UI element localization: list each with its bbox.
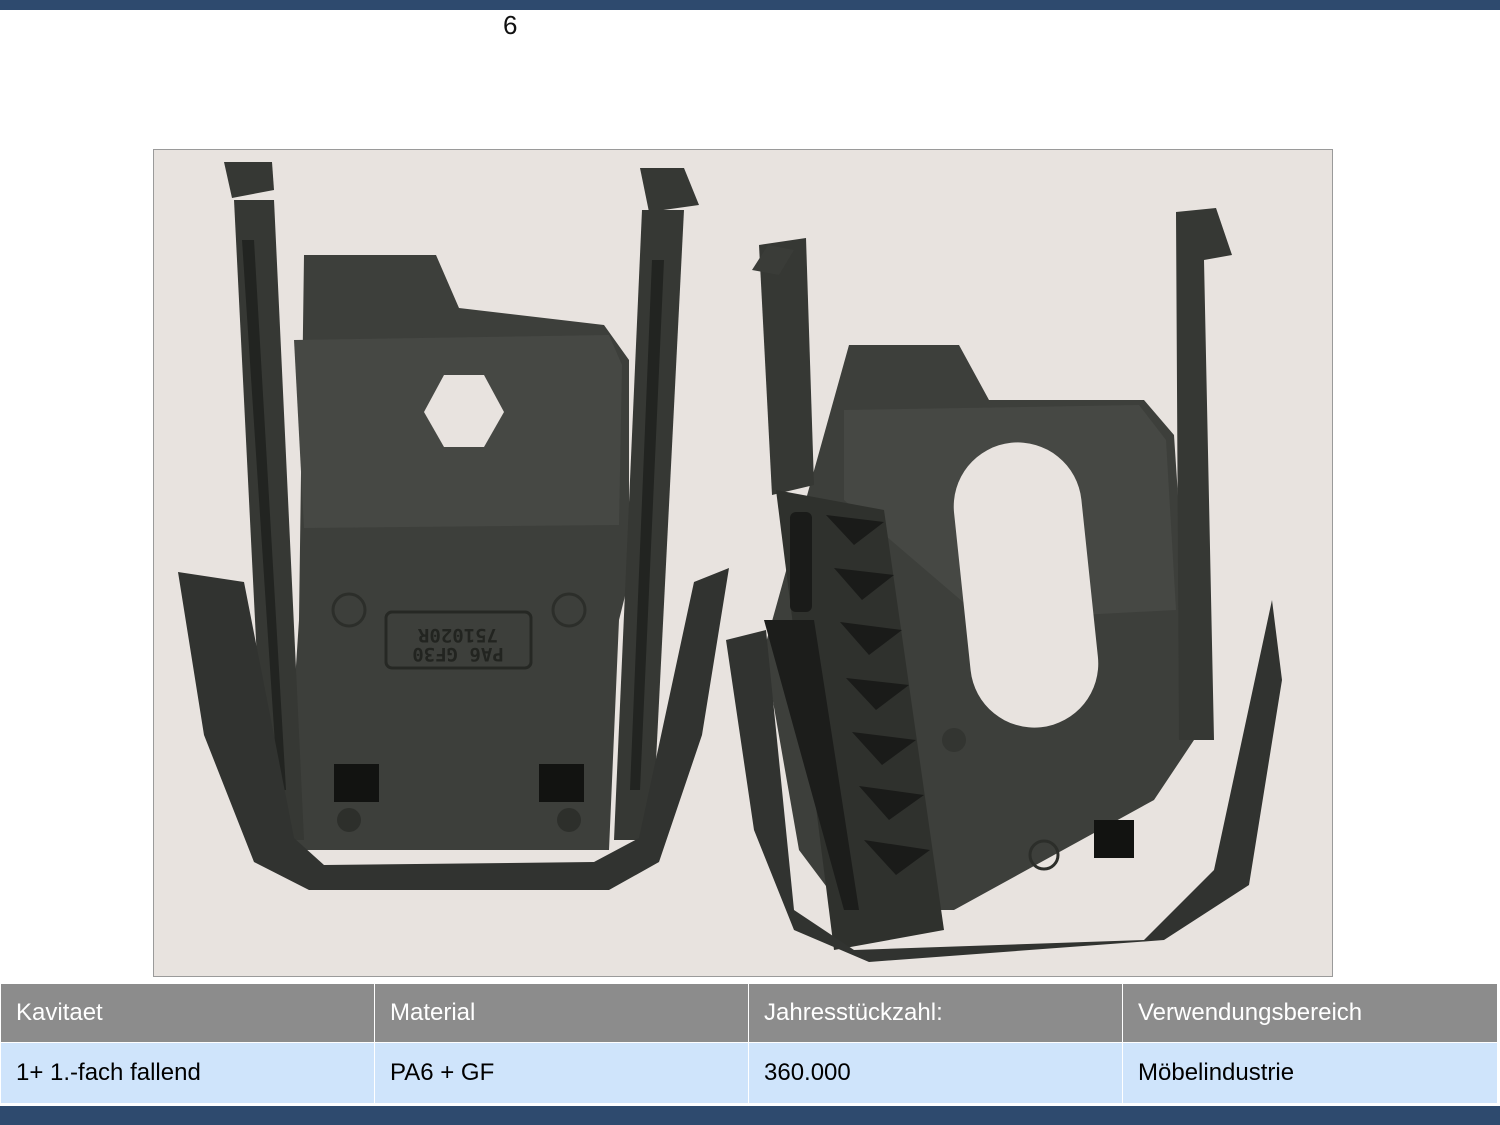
cell-jahresstueckzahl: 360.000 [748,1042,1123,1104]
svg-text:751020R: 751020R [417,624,498,646]
square-hole-left [334,764,379,802]
header-jahresstueckzahl: Jahresstückzahl: [748,983,1123,1043]
square-hole [1094,820,1134,858]
cell-material: PA6 + GF [374,1042,749,1104]
header-kavitaet: Kavitaet [0,983,375,1043]
bottom-bar [0,1106,1500,1125]
right-part [726,208,1282,962]
info-table: Kavitaet Material Jahresstückzahl: Verwe… [0,983,1498,1104]
cell-kavitaet: 1+ 1.-fach fallend [0,1042,375,1104]
table-header-row: Kavitaet Material Jahresstückzahl: Verwe… [0,983,1498,1043]
cell-verwendungsbereich: Möbelindustrie [1122,1042,1498,1104]
left-part: 751020R PA6 GF30 [178,162,729,890]
part-marking: 751020R PA6 GF30 [412,624,504,665]
square-hole-right [539,764,584,802]
header-material: Material [374,983,749,1043]
plastic-parts-illustration: 751020R PA6 GF30 [178,162,1282,962]
header-verwendungsbereich: Verwendungsbereich [1122,983,1498,1043]
top-bar [0,0,1500,10]
page-number: 6 [503,10,518,40]
product-photo: 751020R PA6 GF30 [153,149,1333,977]
table-row: 1+ 1.-fach fallend PA6 + GF 360.000 Möbe… [0,1042,1498,1104]
svg-text:PA6 GF30: PA6 GF30 [412,643,504,665]
